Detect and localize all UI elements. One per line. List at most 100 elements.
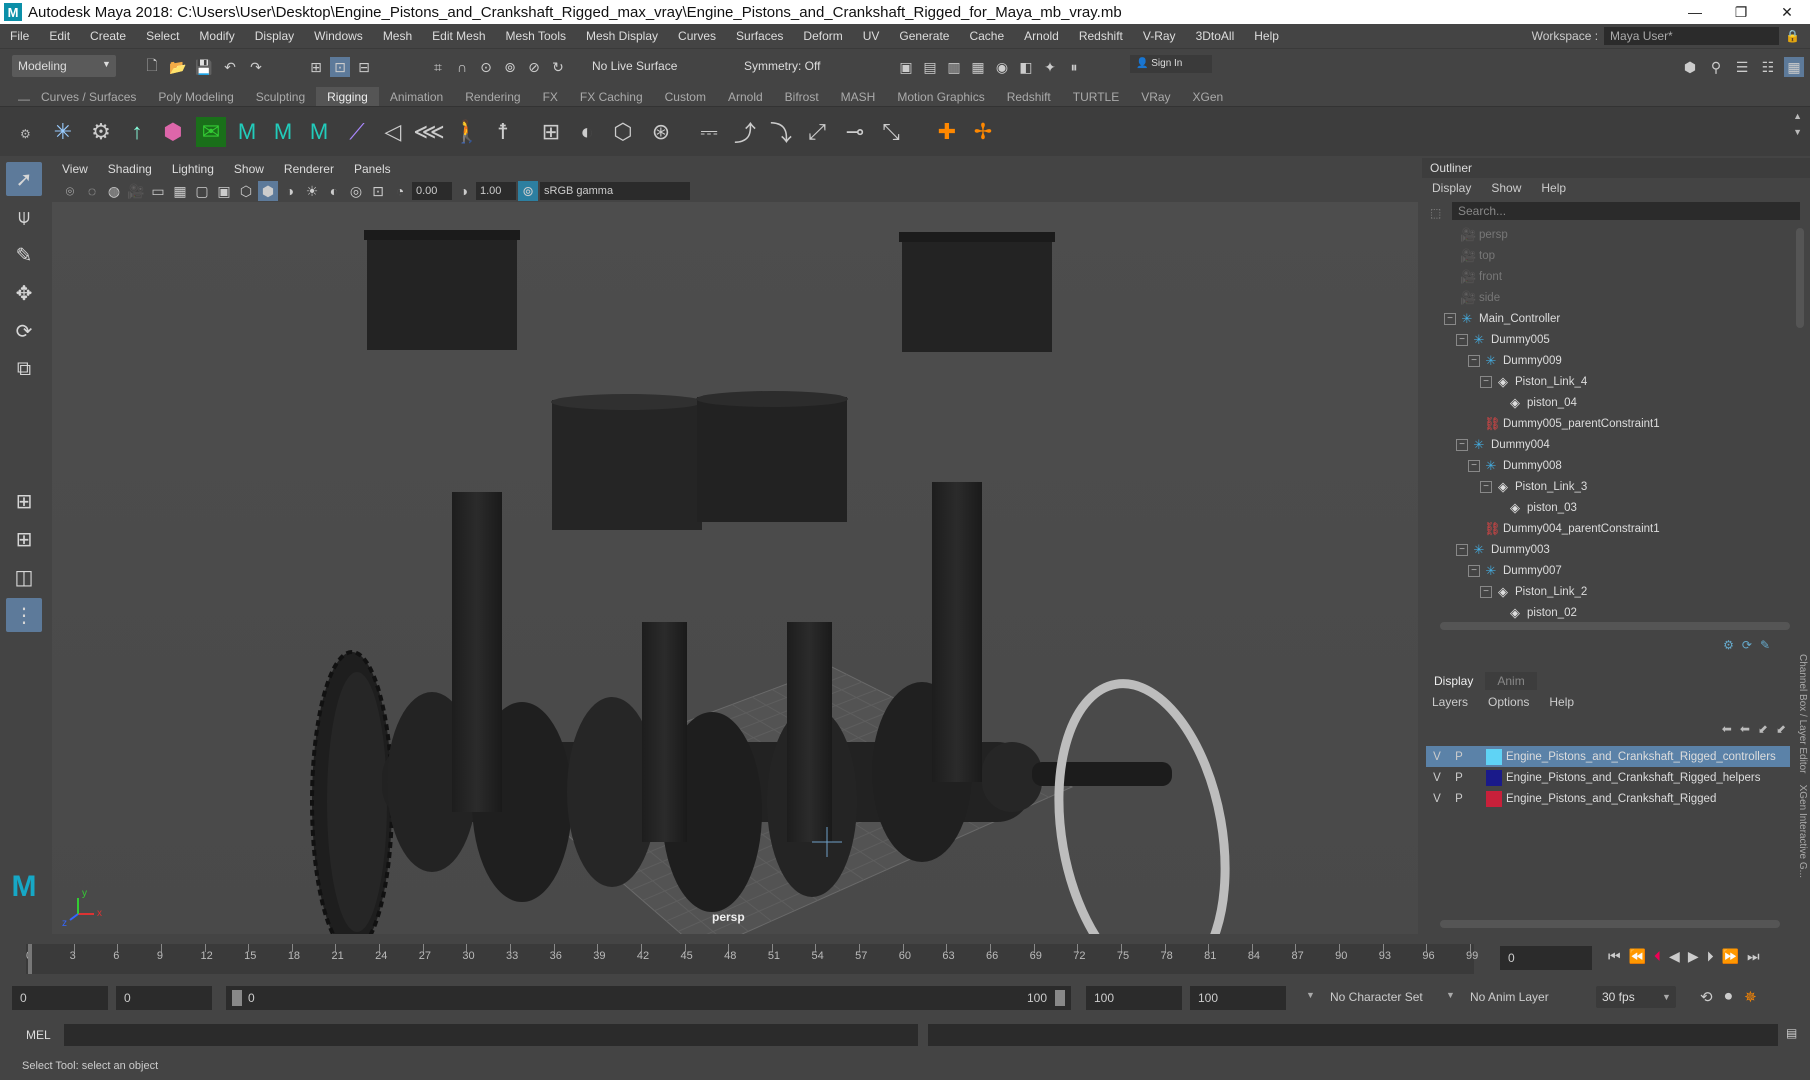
select-object-icon[interactable]: ⊡ <box>330 57 350 77</box>
shelf-tab-rigging[interactable]: Rigging <box>316 87 379 107</box>
lasso-tool-icon[interactable]: ⍦ <box>6 200 42 234</box>
bind-skin-icon[interactable]: ✉ <box>196 117 226 147</box>
layer-playback-toggle[interactable]: P <box>1448 772 1470 784</box>
layer-menu-options[interactable]: Options <box>1478 695 1539 709</box>
play-forward-icon[interactable]: ▶ <box>1688 948 1699 965</box>
layer-color-swatch[interactable] <box>1486 769 1502 786</box>
minimize-button[interactable]: — <box>1672 0 1718 24</box>
lights-icon[interactable]: ☀ <box>302 181 322 201</box>
snap-grid-icon[interactable]: ⌗ <box>428 57 448 77</box>
viewport-3d[interactable]: x y z persp <box>52 202 1418 934</box>
outliner-row[interactable]: − ✳ Dummy004 <box>1422 434 1810 455</box>
current-frame-field[interactable]: 0 <box>1500 946 1592 970</box>
paint-weights-icon[interactable]: M <box>304 117 334 147</box>
menu-select[interactable]: Select <box>136 29 189 43</box>
menu-modify[interactable]: Modify <box>189 29 244 43</box>
mel-label[interactable]: MEL <box>26 1028 51 1042</box>
isolate-icon[interactable]: ⊡ <box>368 181 388 201</box>
outliner-row[interactable]: ⛓ Dummy005_parentConstraint1 <box>1422 413 1810 434</box>
exposure-field[interactable]: 0.00 <box>412 182 452 200</box>
playback-end-field[interactable]: 100 <box>1086 986 1182 1010</box>
outliner-row[interactable]: − ◈ Piston_Link_3 <box>1422 476 1810 497</box>
step-back-key-icon[interactable]: ⏪ <box>1629 948 1646 965</box>
collapse-icon[interactable]: − <box>1480 375 1492 388</box>
shadows-icon[interactable]: ◐ <box>324 181 344 201</box>
outliner-row[interactable]: 🎥 side <box>1422 287 1810 308</box>
shelf-tab-sculpting[interactable]: Sculpting <box>245 87 316 107</box>
step-forward-frame-icon[interactable]: ⏵ <box>1707 948 1714 965</box>
hypershade-icon[interactable]: ◉ <box>992 57 1012 77</box>
shelf-tab-turtle[interactable]: TURTLE <box>1062 87 1130 107</box>
shelf-tab-curves-surfaces[interactable]: Curves / Surfaces <box>30 87 147 107</box>
viewport-menu-lighting[interactable]: Lighting <box>162 162 224 176</box>
outliner-row[interactable]: − ✳ Dummy007 <box>1422 560 1810 581</box>
shelf-tab-fx-caching[interactable]: FX Caching <box>569 87 654 107</box>
move-tool-icon[interactable]: ✥ <box>6 276 42 310</box>
redo-icon[interactable]: ↷ <box>246 57 266 77</box>
layer-color-swatch[interactable] <box>1486 748 1502 765</box>
loop-icon[interactable]: ⟲ <box>1700 988 1713 1006</box>
move-layer-up-icon[interactable]: ⬅ <box>1722 722 1732 736</box>
shelf-tab-redshift[interactable]: Redshift <box>996 87 1062 107</box>
outliner-row[interactable]: 🎥 top <box>1422 245 1810 266</box>
pole-vector-icon[interactable]: ⤡ <box>876 117 906 147</box>
collapse-icon[interactable]: − <box>1456 543 1468 556</box>
playhead[interactable] <box>28 944 32 974</box>
select-camera-icon[interactable]: ⌾ <box>60 181 80 201</box>
colorspace-select[interactable]: sRGB gamma <box>540 182 690 200</box>
camera-attributes-icon[interactable]: 🎥 <box>126 181 146 201</box>
workspace-select[interactable]: Maya User* <box>1604 27 1780 45</box>
symmetry-field[interactable]: Symmetry: Off <box>744 59 820 73</box>
ik-handle-icon[interactable]: ⚙ <box>86 117 116 147</box>
filter-icon[interactable]: ⬚ <box>1430 206 1441 220</box>
ik-spline-icon[interactable]: ◁ <box>378 117 408 147</box>
pause-icon[interactable]: ⏸ <box>1064 57 1084 77</box>
layer-tab-display[interactable]: Display <box>1422 672 1486 690</box>
modeling-toolkit-icon[interactable]: ⬢ <box>1680 57 1700 77</box>
menu-surfaces[interactable]: Surfaces <box>726 29 793 43</box>
snap-live-icon[interactable]: ↻ <box>548 57 568 77</box>
outliner-menu-help[interactable]: Help <box>1531 181 1576 195</box>
refresh-icon[interactable]: ⟳ <box>1742 638 1752 652</box>
layer-visibility-toggle[interactable]: V <box>1426 793 1448 805</box>
menu-cache[interactable]: Cache <box>959 29 1014 43</box>
outliner-layout-icon[interactable]: ⋮ <box>6 598 42 632</box>
wrap-icon[interactable]: ◐ <box>572 117 602 147</box>
side-tab-channel-box[interactable]: Channel Box / Layer Editor <box>1797 654 1808 774</box>
collapse-icon[interactable]: − <box>1468 564 1480 577</box>
resolution-gate-icon[interactable]: ▣ <box>214 181 234 201</box>
shelf-tab-custom[interactable]: Custom <box>654 87 717 107</box>
image-plane-icon[interactable]: ▭ <box>148 181 168 201</box>
auto-key-icon[interactable]: ⏺ <box>1725 988 1733 1006</box>
layer-hscrollbar[interactable] <box>1440 920 1780 928</box>
scale-tool-icon[interactable]: ⧉ <box>6 352 42 386</box>
outliner-row[interactable]: ◈ piston_02 <box>1422 602 1810 623</box>
viewport-menu-shading[interactable]: Shading <box>98 162 162 176</box>
ipr-render-icon[interactable]: ▥ <box>944 57 964 77</box>
smooth-bind-icon[interactable]: M <box>232 117 262 147</box>
anim-prefs-icon[interactable]: ✵ <box>1744 988 1757 1006</box>
edit-icon[interactable]: ✎ <box>1760 638 1770 652</box>
layer-row[interactable]: V P Engine_Pistons_and_Crankshaft_Rigged_c… <box>1426 746 1790 767</box>
menu-arnold[interactable]: Arnold <box>1014 29 1069 43</box>
collapse-icon[interactable]: − <box>1480 480 1492 493</box>
render-frame-icon[interactable]: ▣ <box>896 57 916 77</box>
maximize-button[interactable]: ❐ <box>1718 0 1764 24</box>
collapse-icon[interactable]: − <box>1456 333 1468 346</box>
menu-display[interactable]: Display <box>245 29 304 43</box>
menu-edit[interactable]: Edit <box>39 29 80 43</box>
joint-tool-icon[interactable]: ✳ <box>48 117 78 147</box>
menu-redshift[interactable]: Redshift <box>1069 29 1133 43</box>
script-editor-icon[interactable]: ▤ <box>1786 1026 1797 1040</box>
scale-constraint-icon[interactable]: ⤢ <box>802 117 832 147</box>
outliner-row[interactable]: 🎥 front <box>1422 266 1810 287</box>
aim-constraint-icon[interactable]: ⊸ <box>840 117 870 147</box>
menu-file[interactable]: File <box>0 29 39 43</box>
select-hierarchy-icon[interactable]: ⊞ <box>306 57 326 77</box>
snap-view-icon[interactable]: ⊚ <box>500 57 520 77</box>
shelf-tab-arnold[interactable]: Arnold <box>717 87 774 107</box>
xray-icon[interactable]: ◎ <box>346 181 366 201</box>
range-end-handle[interactable] <box>1055 990 1065 1006</box>
menu-mesh-tools[interactable]: Mesh Tools <box>496 29 576 43</box>
select-component-icon[interactable]: ⊟ <box>354 57 374 77</box>
